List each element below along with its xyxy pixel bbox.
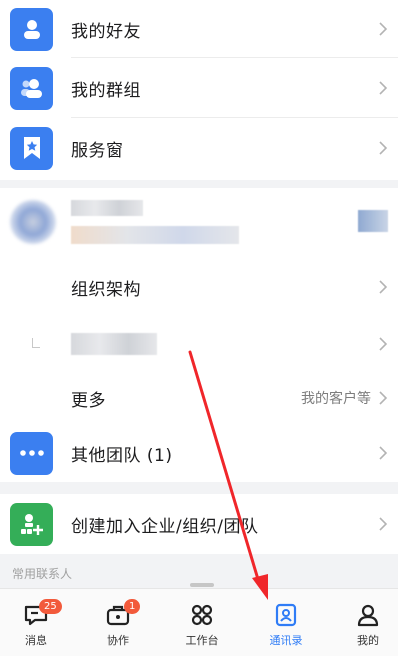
tab-collaboration[interactable]: 1 协作 <box>78 589 158 656</box>
organization-logo <box>10 200 56 244</box>
chevron-right-icon <box>379 446 388 460</box>
create-join-label: 创建加入企业/组织/团队 <box>71 516 259 537</box>
more-dots-icon <box>10 431 53 475</box>
friend-icon <box>10 7 53 51</box>
tab-messages-label: 消息 <box>25 634 47 647</box>
tab-messages[interactable]: 25 消息 <box>0 589 76 656</box>
corner-mark <box>32 338 40 348</box>
organization-card: 组织架构 更多 我的客户等 其他团队 (1) <box>0 188 398 482</box>
tab-me[interactable]: 我的 <box>328 589 398 656</box>
my-groups-label: 我的群组 <box>71 80 141 101</box>
bottom-tab-bar: 25 消息 1 协作 工作台 通讯录 我的 <box>0 588 398 656</box>
redacted-org-name <box>71 200 143 216</box>
other-teams-row[interactable]: 其他团队 (1) <box>0 424 398 482</box>
chevron-right-icon <box>379 141 388 155</box>
person-icon <box>357 604 379 627</box>
more-row[interactable]: 更多 我的客户等 <box>0 372 398 424</box>
drag-handle[interactable] <box>190 583 214 587</box>
my-groups-row[interactable]: 我的群组 <box>0 58 398 118</box>
redacted-org-detail <box>71 226 239 244</box>
more-label: 更多 <box>71 390 106 411</box>
redacted-department-name <box>71 333 157 355</box>
bookmark-star-icon <box>10 126 53 170</box>
tab-me-label: 我的 <box>357 634 379 647</box>
tab-contacts[interactable]: 通讯录 <box>246 589 326 656</box>
service-window-label: 服务窗 <box>71 140 124 161</box>
messages-unread-badge: 25 <box>39 599 62 614</box>
contacts-menu-card: 我的好友 我的群组 服务窗 <box>0 0 398 180</box>
tab-workbench[interactable]: 工作台 <box>162 589 242 656</box>
tab-collaboration-label: 协作 <box>107 634 129 647</box>
create-join-row[interactable]: 创建加入企业/组织/团队 <box>0 494 398 554</box>
collaboration-badge: 1 <box>124 599 141 614</box>
more-hint: 我的客户等 <box>301 391 371 407</box>
service-window-row[interactable]: 服务窗 <box>0 118 398 178</box>
tab-contacts-label: 通讯录 <box>269 634 303 647</box>
frequent-contacts-caption: 常用联系人 <box>12 567 73 581</box>
my-friends-row[interactable]: 我的好友 <box>0 0 398 58</box>
add-organization-icon <box>10 502 53 546</box>
org-structure-row[interactable]: 组织架构 <box>0 258 398 316</box>
redacted-department-row[interactable] <box>0 316 398 372</box>
chevron-right-icon <box>379 81 388 95</box>
chevron-right-icon <box>379 391 388 405</box>
redacted-badge <box>358 210 388 232</box>
tab-workbench-label: 工作台 <box>185 634 219 647</box>
group-icon <box>10 66 53 110</box>
grid-icon <box>191 604 213 626</box>
chevron-right-icon <box>379 337 388 351</box>
organization-header[interactable] <box>0 188 398 258</box>
my-friends-label: 我的好友 <box>71 21 141 42</box>
chevron-right-icon <box>379 22 388 36</box>
create-join-card: 创建加入企业/组织/团队 <box>0 494 398 554</box>
other-teams-label: 其他团队 (1) <box>71 445 173 466</box>
address-book-icon <box>275 603 297 627</box>
org-structure-label: 组织架构 <box>71 279 141 300</box>
chevron-right-icon <box>379 280 388 294</box>
chevron-right-icon <box>379 517 388 531</box>
